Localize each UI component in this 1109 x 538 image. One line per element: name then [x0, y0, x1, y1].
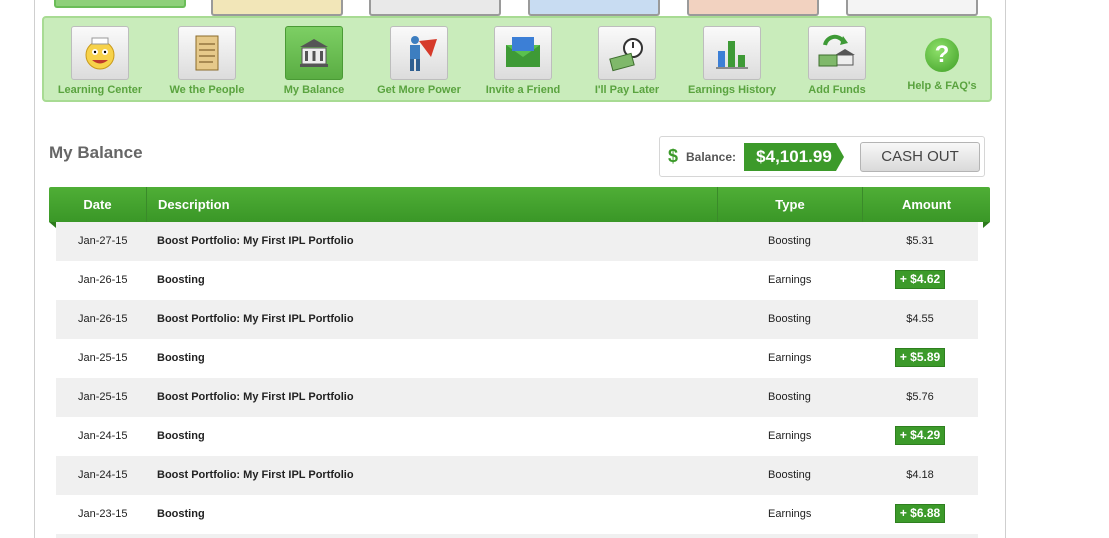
header-corner-left [49, 222, 56, 228]
amount-cell: $4.18 [906, 469, 934, 481]
nav-item-earnings-history[interactable]: Earnings History [680, 26, 784, 102]
nav-item-ill-pay-later[interactable]: I'll Pay Later [575, 26, 679, 102]
balance-box: $ Balance: $4,101.99 CASH OUT [659, 136, 985, 177]
tab-3[interactable] [369, 0, 501, 16]
nav-item-learning-center[interactable]: Learning Center [48, 26, 152, 102]
table-row: Jan-26-15 Boost Portfolio: My First IPL … [56, 300, 978, 339]
tab-active[interactable] [54, 0, 186, 8]
description-cell: Boost Portfolio: My First IPL Portfolio [157, 469, 354, 481]
nav-item-add-funds[interactable]: Add Funds [785, 26, 889, 102]
table-row: Jan-24-15 Boosting Earnings + $4.29 [56, 417, 978, 456]
amount-cell: + $5.89 [862, 339, 978, 378]
tab-5[interactable] [687, 0, 819, 16]
nav-label: Earnings History [687, 84, 777, 96]
money-deposit-icon [808, 26, 866, 80]
dollar-icon: $ [668, 146, 679, 166]
date-cell: Jan-25-15 [78, 391, 128, 403]
cash-out-button[interactable]: CASH OUT [860, 142, 980, 172]
balance-label: Balance: [686, 150, 737, 164]
date-cell: Jan-24-15 [78, 469, 128, 481]
description-cell: Boosting [157, 352, 205, 364]
bank-building-icon [285, 26, 343, 80]
nav-label: I'll Pay Later [594, 84, 660, 96]
nav-label: Invite a Friend [485, 84, 561, 96]
earnings-badge: + $5.89 [894, 348, 946, 367]
nav-item-we-the-people[interactable]: We the People [155, 26, 259, 102]
date-cell: Jan-23-15 [78, 508, 128, 520]
nav-item-invite-a-friend[interactable]: Invite a Friend [471, 26, 575, 102]
header-corner-right [983, 222, 990, 228]
type-cell: Earnings [768, 352, 812, 364]
page-title: My Balance [49, 143, 143, 162]
amount-cell: + $6.88 [862, 495, 978, 534]
nav-label: We the People [169, 84, 245, 96]
nav-item-get-more-power[interactable]: Get More Power [367, 26, 471, 102]
column-header-description[interactable]: Description [146, 187, 717, 222]
amount-cell: + $4.29 [862, 417, 978, 456]
earnings-badge: + $4.62 [894, 270, 946, 289]
description-cell: Boost Portfolio: My First IPL Portfolio [157, 391, 354, 403]
amount-cell: $4.55 [906, 313, 934, 325]
description-cell: Boosting [157, 274, 205, 286]
amount-cell: $5.76 [906, 391, 934, 403]
nav-label: Help & FAQ's [907, 80, 977, 92]
table-row: Jan-26-15 Boosting Earnings + $4.62 [56, 261, 978, 300]
table-row: Jan-27-15 Boost Portfolio: My First IPL … [56, 222, 978, 261]
date-cell: Jan-24-15 [78, 430, 128, 442]
nav-panel: Learning Center We the People My Balance… [42, 16, 992, 102]
bar-chart-icon [703, 26, 761, 80]
date-cell: Jan-26-15 [78, 313, 128, 325]
nav-label: Add Funds [808, 84, 866, 96]
nav-item-help-faq[interactable]: ? Help & FAQ's [890, 26, 994, 102]
earnings-badge: + $4.29 [894, 426, 946, 445]
date-cell: Jan-27-15 [78, 235, 128, 247]
table-row-partial [56, 534, 978, 538]
column-header-amount[interactable]: Amount [862, 187, 990, 222]
column-header-type[interactable]: Type [717, 187, 862, 222]
question-mark-icon: ? [925, 38, 959, 72]
earnings-badge: + $6.88 [894, 504, 946, 523]
amount-cell: + $4.62 [862, 261, 978, 300]
amount-cell: $5.31 [906, 235, 934, 247]
balance-value: $4,101.99 [744, 143, 844, 171]
scroll-icon [178, 26, 236, 80]
date-cell: Jan-25-15 [78, 352, 128, 364]
nav-item-my-balance[interactable]: My Balance [262, 26, 366, 102]
table-row: Jan-25-15 Boost Portfolio: My First IPL … [56, 378, 978, 417]
table-row: Jan-25-15 Boosting Earnings + $5.89 [56, 339, 978, 378]
column-header-date[interactable]: Date [49, 187, 146, 222]
type-cell: Earnings [768, 274, 812, 286]
description-cell: Boosting [157, 508, 205, 520]
transactions-table-body: Jan-27-15 Boost Portfolio: My First IPL … [56, 222, 978, 538]
tab-2[interactable] [211, 0, 343, 16]
table-row: Jan-24-15 Boost Portfolio: My First IPL … [56, 456, 978, 495]
stopwatch-money-icon [598, 26, 656, 80]
nav-label: Learning Center [57, 84, 143, 96]
type-cell: Boosting [768, 235, 811, 247]
type-cell: Boosting [768, 313, 811, 325]
nav-label: My Balance [283, 84, 345, 96]
description-cell: Boost Portfolio: My First IPL Portfolio [157, 235, 354, 247]
type-cell: Boosting [768, 469, 811, 481]
nav-label: Get More Power [377, 84, 461, 96]
description-cell: Boosting [157, 430, 205, 442]
tab-6[interactable] [846, 0, 978, 16]
type-cell: Boosting [768, 391, 811, 403]
table-header: Date Description Type Amount [49, 187, 990, 228]
superhero-icon [390, 26, 448, 80]
type-cell: Earnings [768, 430, 812, 442]
description-cell: Boost Portfolio: My First IPL Portfolio [157, 313, 354, 325]
type-cell: Earnings [768, 508, 812, 520]
table-row: Jan-23-15 Boosting Earnings + $6.88 [56, 495, 978, 534]
cartoon-face-icon [71, 26, 129, 80]
date-cell: Jan-26-15 [78, 274, 128, 286]
tab-4[interactable] [528, 0, 660, 16]
envelope-icon [494, 26, 552, 80]
